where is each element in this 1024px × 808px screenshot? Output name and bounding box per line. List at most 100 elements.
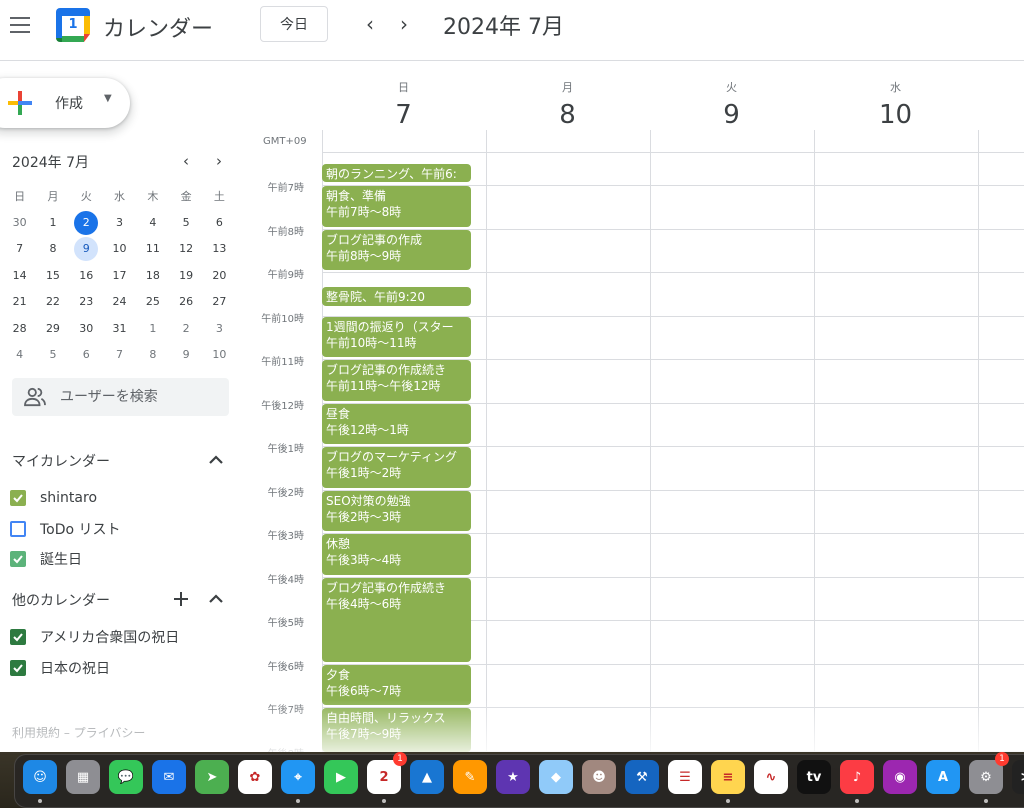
imovie-icon[interactable]: ★ bbox=[496, 760, 530, 794]
mini-calendar-day[interactable]: 25 bbox=[136, 289, 169, 315]
mini-calendar-day[interactable]: 18 bbox=[136, 262, 169, 288]
mini-calendar-day[interactable]: 7 bbox=[3, 236, 36, 262]
calendar-event[interactable]: 整骨院、午前9:20 bbox=[322, 287, 471, 307]
previous-period-button[interactable]: ‹ bbox=[358, 12, 382, 36]
mini-calendar-day[interactable]: 8 bbox=[36, 236, 69, 262]
mail-icon[interactable]: ✉ bbox=[152, 760, 186, 794]
reminders-icon[interactable]: ☰ bbox=[668, 760, 702, 794]
mini-calendar-day[interactable]: 6 bbox=[70, 341, 103, 367]
day-number[interactable]: 8 bbox=[486, 100, 649, 130]
mini-calendar-day[interactable]: 26 bbox=[169, 289, 202, 315]
calendar-event[interactable]: 朝のランニング、午前6: bbox=[322, 164, 471, 183]
calendar-event[interactable]: SEO対策の勉強 午後2時～3時 bbox=[322, 490, 471, 531]
mini-calendar-day[interactable]: 28 bbox=[3, 315, 36, 341]
people-search-input[interactable] bbox=[60, 386, 220, 408]
calendar-event[interactable]: ブログ記事の作成続き 午前11時～午後12時 bbox=[322, 360, 471, 401]
checkbox-unchecked-icon[interactable] bbox=[10, 520, 26, 537]
create-button[interactable]: 作成 ▼ bbox=[0, 78, 130, 128]
mini-calendar-day[interactable]: 24 bbox=[103, 289, 136, 315]
today-button[interactable]: 今日 bbox=[260, 6, 328, 42]
people-search[interactable] bbox=[12, 378, 229, 416]
calendar-event[interactable]: 1週間の振返り（スター 午前10時～11時 bbox=[322, 316, 471, 357]
mini-calendar-day[interactable]: 10 bbox=[203, 341, 236, 367]
maps-icon[interactable]: ➤ bbox=[195, 760, 229, 794]
calendar-event[interactable]: 朝食、準備 午前7時～8時 bbox=[322, 186, 471, 227]
apple-tv-icon[interactable]: tv bbox=[797, 760, 831, 794]
calendar-item[interactable]: アメリカ合衆国の祝日 bbox=[10, 625, 179, 649]
checkbox-checked-icon[interactable] bbox=[10, 659, 26, 676]
mini-calendar-day[interactable]: 10 bbox=[103, 236, 136, 262]
launchpad-icon[interactable]: ▦ bbox=[66, 760, 100, 794]
main-menu-icon[interactable] bbox=[10, 14, 32, 36]
photos-icon[interactable]: ✿ bbox=[238, 760, 272, 794]
mini-calendar-day[interactable]: 5 bbox=[36, 341, 69, 367]
music-icon[interactable]: ♪ bbox=[840, 760, 874, 794]
mini-calendar-day[interactable]: 9 bbox=[169, 341, 202, 367]
calendar-item[interactable]: shintaro bbox=[10, 486, 97, 510]
mini-calendar-day[interactable]: 20 bbox=[203, 262, 236, 288]
terminal-icon[interactable]: >_ bbox=[1012, 760, 1024, 794]
facetime-icon[interactable]: ▶ bbox=[324, 760, 358, 794]
calendar-event[interactable]: ブログ記事の作成 午前8時～9時 bbox=[322, 229, 471, 270]
mini-calendar-day[interactable]: 30 bbox=[70, 315, 103, 341]
calendar-event[interactable]: 自由時間、リラックス 午後7時～9時 bbox=[322, 708, 471, 752]
day-number[interactable]: 10 bbox=[814, 100, 977, 130]
mini-calendar-day[interactable]: 17 bbox=[103, 262, 136, 288]
mini-calendar-next[interactable]: › bbox=[209, 152, 229, 170]
mini-calendar-day[interactable]: 29 bbox=[36, 315, 69, 341]
mini-calendar-day[interactable]: 11 bbox=[136, 236, 169, 262]
mini-calendar-prev[interactable]: ‹ bbox=[176, 152, 196, 170]
mini-calendar-day[interactable]: 27 bbox=[203, 289, 236, 315]
calendar-event[interactable]: 昼食 午後12時～1時 bbox=[322, 403, 471, 444]
mini-calendar-day[interactable]: 19 bbox=[169, 262, 202, 288]
calendar-event[interactable]: ブログ記事の作成続き 午後4時～6時 bbox=[322, 577, 471, 662]
keynote-icon[interactable]: ▲ bbox=[410, 760, 444, 794]
mini-calendar-day[interactable]: 23 bbox=[70, 289, 103, 315]
calendar-item[interactable]: ToDo リスト bbox=[10, 517, 121, 541]
calendar-event[interactable]: ブログのマーケティング 午後1時～2時 bbox=[322, 447, 471, 488]
calendar-item[interactable]: 誕生日 bbox=[10, 547, 82, 571]
mini-calendar-day[interactable]: 12 bbox=[169, 236, 202, 262]
calendar-item[interactable]: 日本の祝日 bbox=[10, 656, 110, 680]
mini-calendar-day[interactable]: 1 bbox=[36, 209, 69, 235]
mini-calendar-day[interactable]: 13 bbox=[203, 236, 236, 262]
mini-calendar-day[interactable]: 2 bbox=[70, 209, 103, 235]
mini-calendar-day[interactable]: 3 bbox=[203, 315, 236, 341]
checkbox-checked-icon[interactable] bbox=[10, 551, 26, 567]
mini-calendar-day[interactable]: 4 bbox=[136, 209, 169, 235]
mini-calendar-day[interactable]: 9 bbox=[70, 236, 103, 262]
collapse-my-calendars[interactable] bbox=[205, 449, 227, 471]
pages-icon[interactable]: ✎ bbox=[453, 760, 487, 794]
swift-icon[interactable]: ◆ bbox=[539, 760, 573, 794]
mini-calendar-day[interactable]: 16 bbox=[70, 262, 103, 288]
terms-privacy-link[interactable]: 利用規約 – プライバシー bbox=[12, 724, 145, 741]
add-other-calendar-button[interactable] bbox=[170, 588, 192, 610]
mini-calendar-day[interactable]: 4 bbox=[3, 341, 36, 367]
mini-calendar-day[interactable]: 5 bbox=[169, 209, 202, 235]
mini-calendar-day[interactable]: 30 bbox=[3, 209, 36, 235]
mini-calendar-day[interactable]: 22 bbox=[36, 289, 69, 315]
day-number[interactable]: 7 bbox=[322, 100, 485, 130]
next-period-button[interactable]: › bbox=[392, 12, 416, 36]
mini-calendar-day[interactable]: 31 bbox=[103, 315, 136, 341]
mini-calendar-day[interactable]: 15 bbox=[36, 262, 69, 288]
calendar-event[interactable]: 夕食 午後6時～7時 bbox=[322, 664, 471, 705]
checkbox-checked-icon[interactable] bbox=[10, 629, 26, 645]
mini-calendar-day[interactable]: 1 bbox=[136, 315, 169, 341]
calendar-event[interactable]: 休憩 午後3時～4時 bbox=[322, 534, 471, 575]
mini-calendar-day[interactable]: 7 bbox=[103, 341, 136, 367]
safari-icon[interactable]: ⌖ bbox=[281, 760, 315, 794]
mini-calendar-day[interactable]: 21 bbox=[3, 289, 36, 315]
podcasts-icon[interactable]: ◉ bbox=[883, 760, 917, 794]
mini-calendar-day[interactable]: 6 bbox=[203, 209, 236, 235]
mini-calendar-day[interactable]: 2 bbox=[169, 315, 202, 341]
day-number[interactable]: 9 bbox=[650, 100, 813, 130]
finder-icon[interactable]: ☺ bbox=[23, 760, 57, 794]
notes-icon[interactable]: ≡ bbox=[711, 760, 745, 794]
app-store-icon[interactable]: A bbox=[926, 760, 960, 794]
checkbox-checked-icon[interactable] bbox=[10, 490, 26, 506]
mini-calendar-day[interactable]: 14 bbox=[3, 262, 36, 288]
mini-calendar-day[interactable]: 8 bbox=[136, 341, 169, 367]
contacts-icon[interactable]: ☻ bbox=[582, 760, 616, 794]
mini-calendar-day[interactable]: 3 bbox=[103, 209, 136, 235]
